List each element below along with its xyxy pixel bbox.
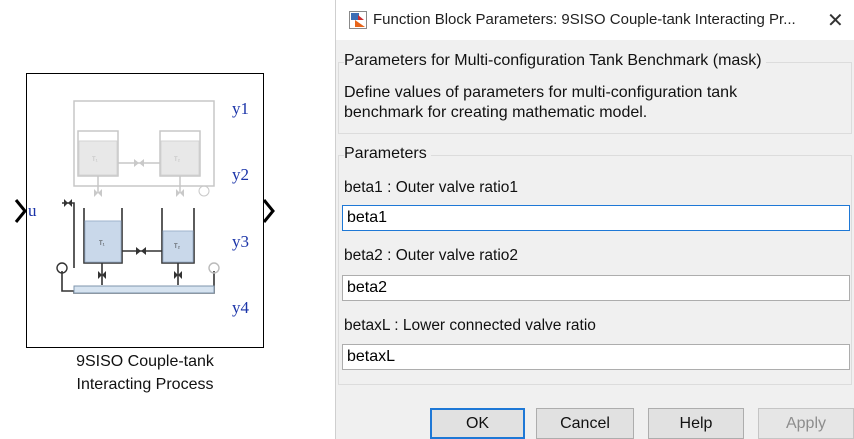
close-icon[interactable]: ✕ — [827, 8, 844, 33]
simulink-app-icon — [349, 11, 367, 29]
block-caption-line2: Interacting Process — [76, 376, 214, 393]
beta1-input[interactable] — [342, 205, 850, 231]
output-port-label-y4: y4 — [232, 298, 249, 317]
param-label-beta1: beta1 : Outer valve ratio1 — [344, 179, 519, 196]
input-port-label-u: u — [28, 201, 37, 220]
input-port-arrow-icon — [14, 199, 27, 223]
mask-description-line1: Define values of parameters for multi-co… — [344, 84, 738, 101]
schematic-label-upper-t1: T₁ — [92, 157, 98, 163]
schematic-label-lower-t2: T₂ — [174, 244, 181, 250]
schematic-label-upper-t2: T₂ — [174, 157, 181, 163]
apply-button[interactable]: Apply — [758, 408, 854, 439]
output-port-label-y3: y3 — [232, 232, 249, 251]
beta2-input[interactable] — [342, 275, 850, 301]
param-label-betaxL: betaxL : Lower connected valve ratio — [344, 317, 596, 334]
block-caption-line1: 9SISO Couple-tank — [76, 353, 214, 370]
function-block-parameters-dialog: Function Block Parameters: 9SISO Couple-… — [335, 0, 854, 439]
output-port-arrow-icon — [262, 199, 275, 223]
param-label-beta2: beta2 : Outer valve ratio2 — [344, 247, 519, 264]
help-button[interactable]: Help — [648, 408, 744, 439]
ok-button[interactable]: OK — [430, 408, 525, 439]
coupled-tank-schematic-icon: T₁ T₂ T₁ T₂ — [56, 100, 220, 294]
schematic-label-lower-t1: T₁ — [99, 241, 105, 247]
output-port-label-y1: y1 — [232, 99, 249, 118]
output-port-label-y2: y2 — [232, 165, 249, 184]
cancel-button[interactable]: Cancel — [536, 408, 634, 439]
parameters-group-title: Parameters — [344, 145, 431, 163]
mask-description-line2: benchmark for creating mathematic model. — [344, 104, 648, 121]
dialog-titlebar[interactable]: Function Block Parameters: 9SISO Couple-… — [336, 0, 854, 40]
dialog-title: Function Block Parameters: 9SISO Couple-… — [373, 11, 796, 28]
betaxL-input[interactable] — [342, 344, 850, 370]
mask-group-title: Parameters for Multi-configuration Tank … — [344, 52, 766, 70]
